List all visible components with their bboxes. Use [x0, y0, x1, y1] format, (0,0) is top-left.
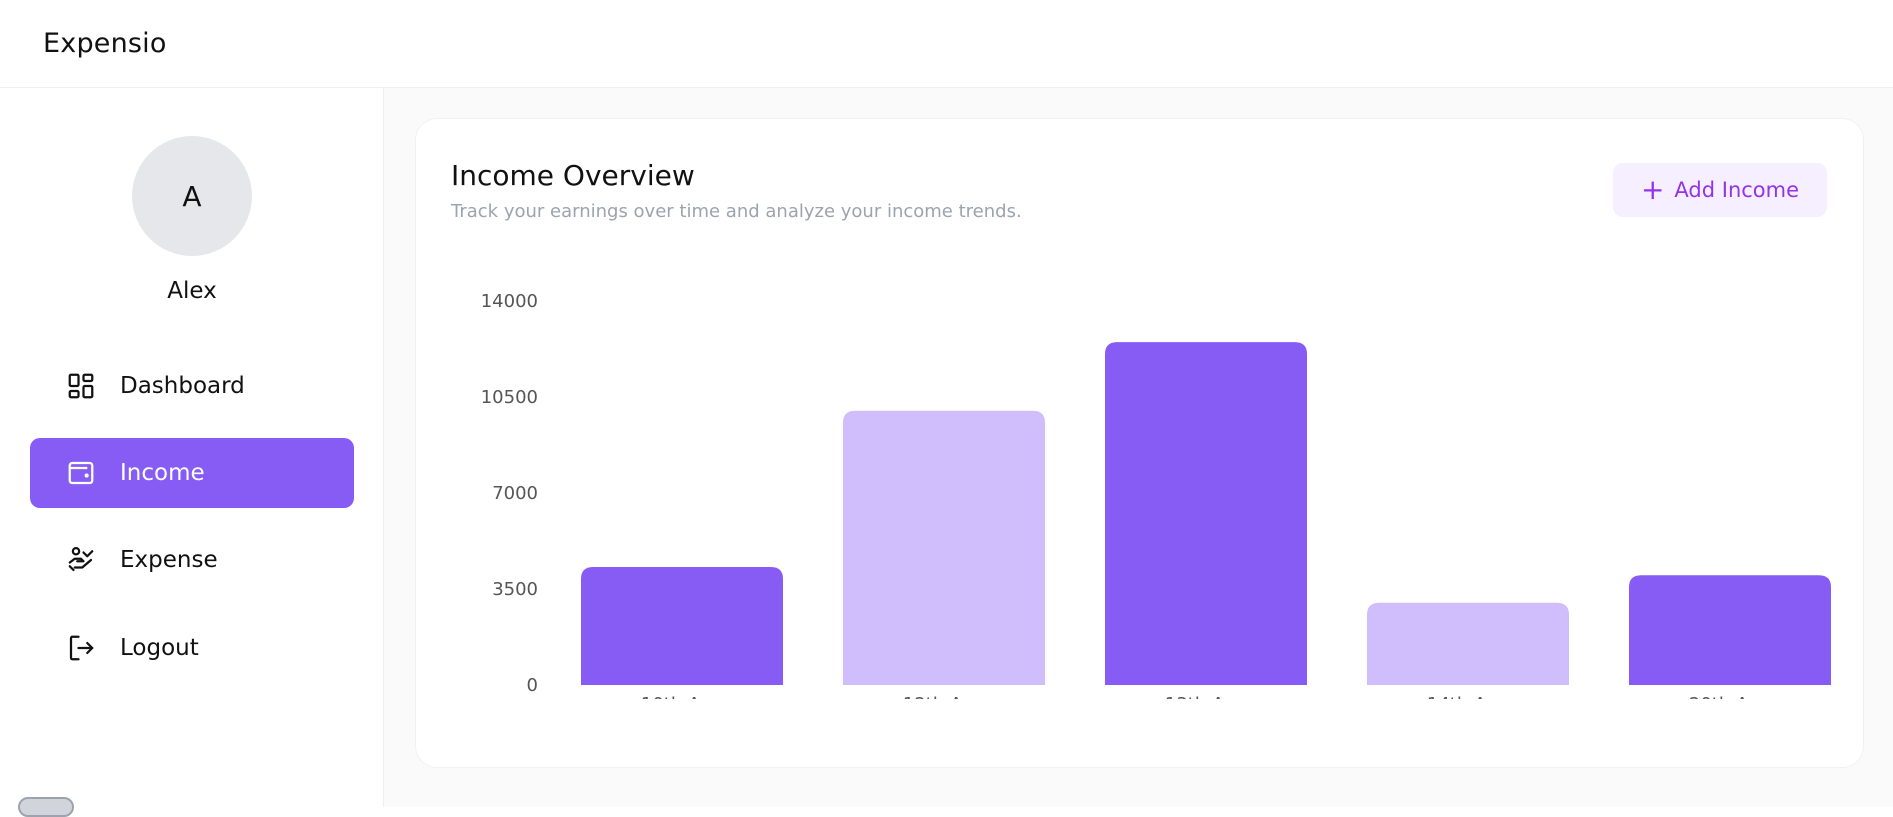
bar-20th-aug[interactable] — [1629, 575, 1831, 685]
sidebar: A Alex Dashboard Income Expense Logout — [0, 88, 384, 817]
user-name: Alex — [167, 278, 217, 304]
avatar: A — [132, 136, 252, 256]
add-income-label: Add Income — [1674, 178, 1800, 202]
x-tick-label: 13th Aug — [1165, 694, 1247, 699]
y-tick-label: 10500 — [481, 387, 538, 408]
logout-icon — [66, 633, 96, 663]
dashboard-grid-icon — [66, 371, 96, 401]
bar-12th-aug[interactable] — [843, 410, 1045, 685]
sidebar-item-label: Income — [120, 460, 205, 486]
avatar-initial: A — [182, 179, 202, 213]
main-content: Income Overview Track your earnings over… — [384, 88, 1893, 807]
x-tick-label: 10th Aug — [641, 694, 723, 699]
sidebar-item-dashboard[interactable]: Dashboard — [30, 351, 354, 421]
add-income-button[interactable]: + Add Income — [1613, 163, 1827, 217]
y-tick-label: 0 — [527, 675, 538, 696]
hand-coins-icon — [66, 545, 96, 575]
y-tick-label: 3500 — [492, 579, 538, 600]
sidebar-item-income[interactable]: Income — [30, 438, 354, 508]
bar-10th-aug[interactable] — [581, 567, 783, 685]
sidebar-item-label: Logout — [120, 635, 199, 661]
bar-14th-aug[interactable] — [1367, 602, 1569, 685]
x-tick-label: 14th Aug — [1427, 694, 1509, 699]
x-tick-label: 20th Aug — [1689, 694, 1771, 699]
y-tick-label: 7000 — [492, 483, 538, 504]
app-title: Expensio — [43, 28, 167, 59]
income-bar-chart: 0 3500 7000 10500 14000 10th Aug 12th Aug 13th … — [481, 291, 1831, 699]
x-tick-label: 12th Aug — [903, 694, 985, 699]
y-tick-label: 14000 — [481, 291, 538, 312]
card-title: Income Overview — [451, 159, 695, 192]
scrollbar-thumb[interactable] — [18, 797, 74, 817]
income-overview-card: Income Overview Track your earnings over… — [415, 118, 1864, 768]
sidebar-item-expense[interactable]: Expense — [30, 525, 354, 595]
card-subtitle: Track your earnings over time and analyz… — [451, 201, 1022, 222]
bar-13th-aug[interactable] — [1105, 342, 1307, 685]
sidebar-item-logout[interactable]: Logout — [30, 613, 354, 683]
plus-icon: + — [1640, 173, 1665, 206]
wallet-icon — [66, 458, 96, 488]
sidebar-item-label: Dashboard — [120, 373, 245, 399]
sidebar-item-label: Expense — [120, 547, 218, 573]
top-bar: Expensio — [0, 0, 1893, 88]
